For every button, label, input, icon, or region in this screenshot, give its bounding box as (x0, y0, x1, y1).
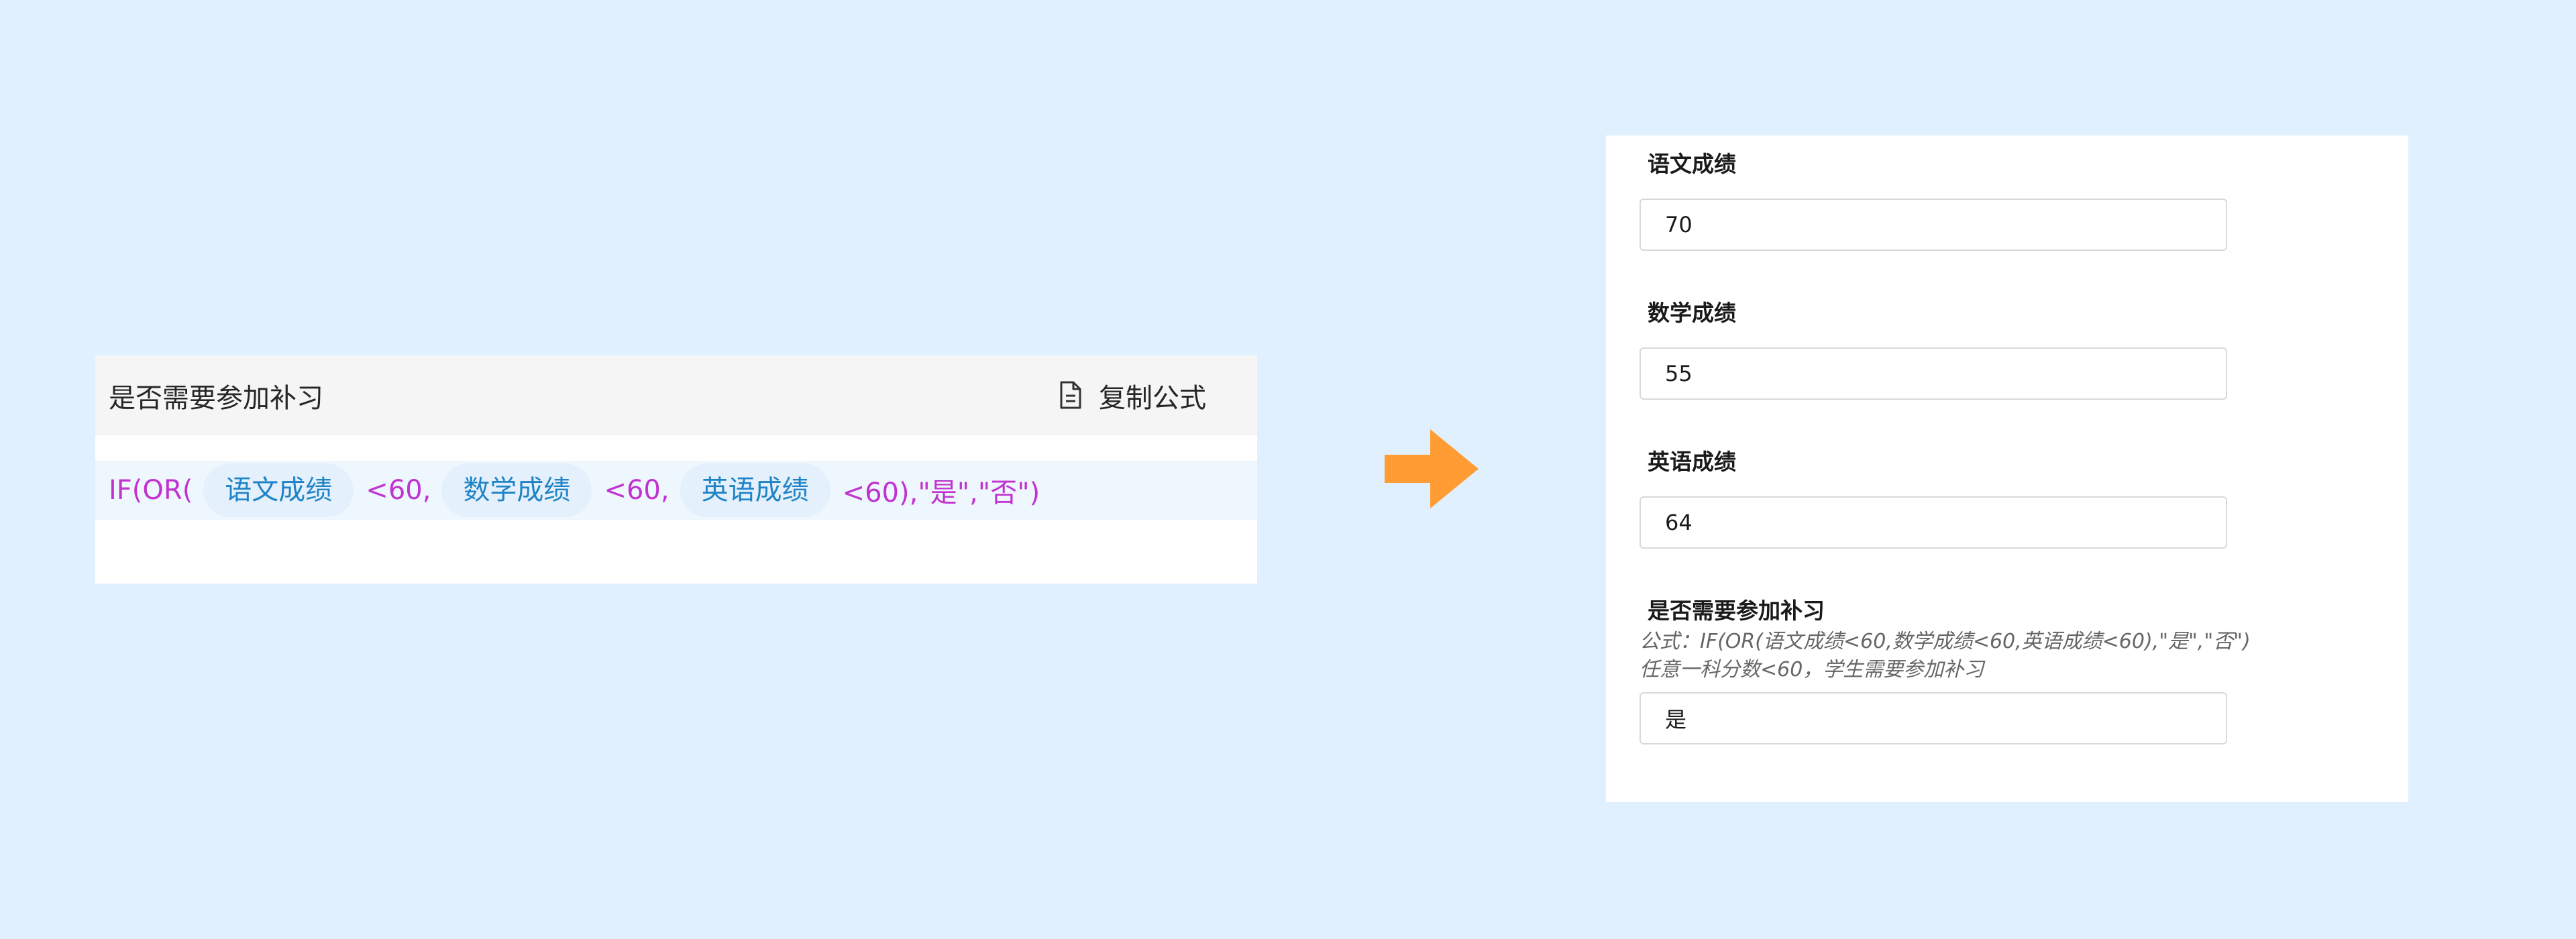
math-score-input[interactable]: 55 (1640, 347, 2227, 400)
field-label: 语文成绩 (1648, 151, 1736, 177)
field-english-score: 英语成绩 64 (1640, 447, 2227, 549)
form-panel: 语文成绩 70 数学成绩 55 英语成绩 64 是否需要参加补习 公式：IF(O… (1606, 135, 2408, 802)
formula-open: IF(OR( (109, 475, 193, 506)
field-label: 英语成绩 (1648, 449, 1736, 475)
field-pill-english: 英语成绩 (680, 463, 830, 517)
formula-operator: <60, (366, 475, 431, 506)
formula-header: 是否需要参加补习 复制公式 (95, 355, 1257, 435)
formula-title: 是否需要参加补习 (109, 382, 323, 414)
right-arrow-icon (1385, 429, 1479, 508)
field-label: 是否需要参加补习 (1648, 598, 1825, 624)
field-tutoring-needed: 是否需要参加补习 公式：IF(OR(语文成绩<60,数学成绩<60,英语成绩<6… (1640, 596, 2251, 744)
field-chinese-score: 语文成绩 70 (1640, 149, 2227, 251)
formula-hint: 公式：IF(OR(语文成绩<60,数学成绩<60,英语成绩<60),"是","否… (1640, 630, 2251, 653)
formula-tail: <60),"是","否") (842, 478, 1040, 508)
formula-expression: IF(OR( 语文成绩 <60, 数学成绩 <60, 英语成绩 <60),"是"… (95, 461, 1257, 520)
chinese-score-input[interactable]: 70 (1640, 199, 2227, 251)
copy-formula-label: 复制公式 (1099, 382, 1206, 414)
english-score-input[interactable]: 64 (1640, 496, 2227, 549)
copy-formula-button[interactable]: 复制公式 (1055, 376, 1206, 415)
formula-card: 是否需要参加补习 复制公式 IF(OR( 语文成绩 <60, 数学成绩 <60,… (95, 355, 1257, 584)
copy-document-icon (1055, 380, 1087, 412)
formula-operator: <60, (604, 475, 669, 506)
rule-description: 任意一科分数<60，学生需要参加补习 (1640, 658, 1984, 681)
field-math-score: 数学成绩 55 (1640, 298, 2227, 400)
field-pill-math: 数学成绩 (441, 463, 592, 517)
tutoring-result-input[interactable]: 是 (1640, 692, 2227, 744)
field-label: 数学成绩 (1648, 300, 1736, 326)
field-pill-chinese: 语文成绩 (203, 463, 354, 517)
